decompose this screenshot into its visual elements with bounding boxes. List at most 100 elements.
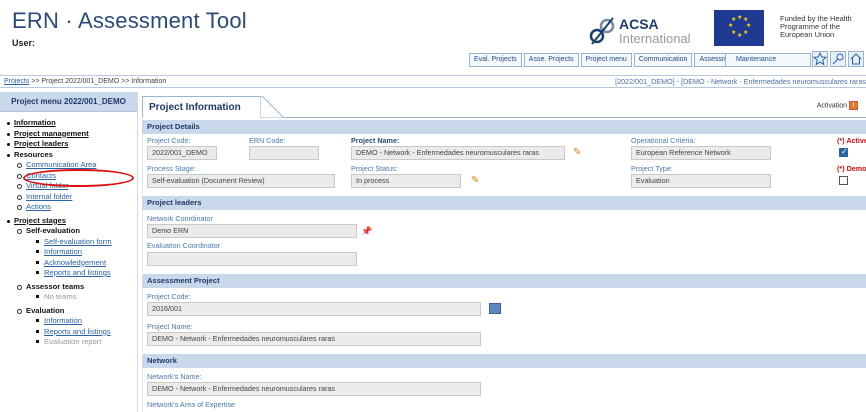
breadcrumb-link-projects[interactable]: Projects — [4, 78, 29, 85]
svg-text:★: ★ — [743, 29, 748, 36]
sidebar-header: Project menu 2022/001_DEMO — [0, 92, 137, 112]
highlight-oval — [23, 169, 134, 187]
edit-project-status-icon[interactable]: ✎ — [471, 176, 481, 186]
sidebar-item-se-information[interactable]: Information — [6, 247, 137, 258]
sidebar-item-project-stages: Project stages — [6, 216, 137, 227]
sidebar: Project menu 2022/001_DEMO Information P… — [0, 92, 138, 412]
sidebar-item-project-management[interactable]: Project management — [6, 129, 137, 140]
home-icon[interactable] — [848, 51, 864, 67]
main-content: Project Information Activation ! Project… — [142, 92, 866, 412]
project-type-label: Project Type: — [631, 164, 673, 173]
nav-tab-communication[interactable]: Communication — [633, 53, 693, 67]
acsa-name: ACSA — [619, 16, 659, 32]
network-coordinator-label: Network Coordinator — [147, 214, 213, 223]
project-code-field: 2022/001_DEMO — [147, 146, 217, 160]
sidebar-item-project-management-label: Project management — [14, 128, 89, 138]
evaluation-coordinator-label: Evaluation Coordinator — [147, 241, 221, 250]
sidebar-item-no-teams: No teams — [6, 292, 137, 303]
activation-control[interactable]: Activation ! — [817, 101, 858, 110]
ern-code-field — [249, 146, 319, 160]
sidebar-item-information[interactable]: Information — [6, 118, 137, 129]
svg-text:★: ★ — [731, 29, 736, 36]
sidebar-item-project-leaders-label: Project leaders — [14, 139, 69, 148]
svg-text:★: ★ — [731, 16, 736, 23]
sidebar-item-resources: Resources — [6, 150, 137, 161]
svg-text:★: ★ — [737, 14, 742, 21]
network-name-label: Network's Name: — [147, 372, 202, 381]
project-leaders-panel: Network Coordinator Demo ERN 📌 Evaluatio… — [142, 210, 866, 272]
active-label: (*) Active — [837, 136, 866, 145]
sidebar-item-project-leaders[interactable]: Project leaders — [6, 139, 137, 150]
calculator-icon[interactable] — [489, 303, 501, 314]
breadcrumb: Projects >> Project 2022/001_DEMO >> Inf… — [0, 75, 866, 88]
activation-icon: ! — [849, 101, 858, 110]
project-code-label: Project Code: — [147, 136, 191, 145]
svg-text:★: ★ — [746, 22, 751, 29]
operational-criteria-label: Operational Criteria: — [631, 136, 696, 145]
sidebar-item-ev-information[interactable]: Information — [6, 316, 137, 327]
breadcrumb-path: >> Project 2022/001_DEMO >> Information — [29, 78, 167, 85]
acsa-mark-icon — [589, 17, 615, 45]
project-type-field: Evaluation — [631, 174, 771, 188]
project-status-field: In process — [351, 174, 461, 188]
assessment-code-field: 2016/001 — [147, 302, 481, 316]
project-name-label: Project Name: — [351, 136, 400, 145]
sidebar-item-self-evaluation-form[interactable]: Self-evaluation form — [6, 237, 137, 248]
sidebar-item-project-stages-label: Project stages — [14, 215, 66, 225]
svg-text:★: ★ — [728, 22, 733, 29]
section-project-leaders: Project leaders — [142, 196, 866, 210]
network-coordinator-field: Demo ERN — [147, 224, 357, 238]
project-status-label: Project Status: — [351, 164, 398, 173]
breadcrumb-project-id: [2022/001_DEMO] - [DEMO - Network - Enfe… — [615, 77, 866, 86]
sidebar-item-internal-folder[interactable]: Internal folder — [6, 192, 137, 203]
project-name-field: DEMO - Network - Enfermedades neuromuscu… — [351, 146, 565, 160]
assessment-name-field: DEMO - Network - Enfermedades neuromuscu… — [147, 332, 481, 346]
assessment-name-label: Project Name: — [147, 322, 193, 331]
assessment-project-panel: Project Code: 2016/001 Project Name: DEM… — [142, 288, 866, 352]
network-area-label: Network's Area of Expertise — [147, 400, 236, 409]
nav-tab-eval-projects[interactable]: Eval. Projects — [469, 53, 522, 67]
app-title: ERN · Assessment Tool — [12, 8, 247, 33]
process-stage-label: Process Stage: — [147, 164, 196, 173]
network-panel: Network's Name: DEMO - Network - Enferme… — [142, 368, 866, 412]
ern-code-label: ERN Code: — [249, 136, 286, 145]
section-assessment-project: Assessment Project — [142, 274, 866, 288]
acsa-subtitle: International — [619, 31, 691, 46]
nav-tab-asse-projects[interactable]: Asse. Projects — [523, 53, 579, 67]
pin-icon[interactable]: 📌 — [361, 226, 372, 236]
tab-tail-shape — [260, 96, 284, 118]
sidebar-item-information-label: Information — [14, 118, 56, 127]
network-name-field: DEMO - Network - Enfermedades neuromuscu… — [147, 382, 481, 396]
sidebar-item-se-reports[interactable]: Reports and listings — [6, 268, 137, 279]
eu-flag-icon: ★ ★ ★ ★ ★ ★ ★ ★ — [714, 10, 764, 46]
evaluation-coordinator-field — [147, 252, 357, 266]
operational-criteria-field: European Reference Network — [631, 146, 771, 160]
activation-label: Activation — [816, 102, 848, 110]
sidebar-item-ev-reports[interactable]: Reports and listings — [6, 327, 137, 338]
star-icon[interactable] — [812, 51, 828, 67]
sidebar-item-evaluation: Evaluation — [6, 306, 137, 317]
edit-project-name-icon[interactable]: ✎ — [573, 148, 583, 158]
key-icon[interactable] — [830, 51, 846, 67]
demo-label: (*) Demo — [837, 164, 866, 173]
process-stage-field: Self-evaluation (Document Review) — [147, 174, 335, 188]
tab-project-information[interactable]: Project Information — [142, 96, 262, 118]
section-project-details: Project Details — [142, 120, 866, 134]
user-label: User: — [12, 38, 36, 48]
sidebar-item-self-evaluation: Self-evaluation — [6, 226, 137, 237]
active-checkbox[interactable] — [839, 147, 848, 157]
project-details-panel: Project Code: 2022/001_DEMO ERN Code: Pr… — [142, 134, 866, 194]
maintenance-button[interactable]: Maintenance — [725, 53, 811, 67]
section-network: Network — [142, 354, 866, 368]
main-tab-bar: Project Information Activation ! — [142, 92, 866, 118]
sidebar-item-assessor-teams: Assessor teams — [6, 282, 137, 293]
sidebar-item-acknowledgement[interactable]: Acknowledgement — [6, 258, 137, 269]
eu-funding-text: Funded by the Health Programme of the Eu… — [780, 14, 852, 39]
nav-tab-project-menu[interactable]: Project menu — [580, 53, 632, 67]
top-nav: Eval. Projects Asse. Projects Project me… — [469, 53, 747, 67]
sidebar-item-actions[interactable]: Actions — [6, 202, 137, 213]
demo-checkbox[interactable] — [839, 176, 848, 185]
sidebar-item-evaluation-report: Evaluation report — [6, 337, 137, 348]
assessment-code-label: Project Code: — [147, 292, 191, 301]
svg-text:★: ★ — [737, 32, 742, 39]
